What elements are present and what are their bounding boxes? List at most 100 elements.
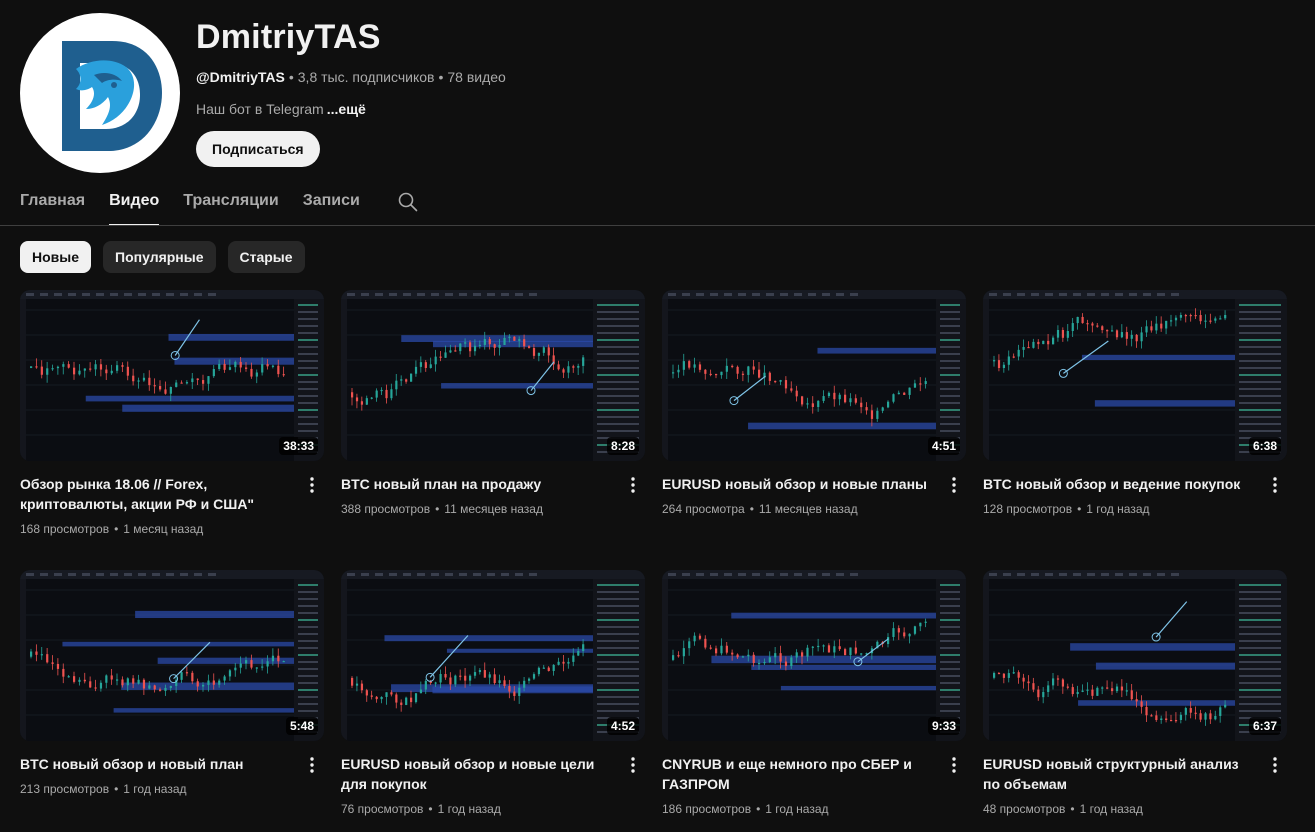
tab-posts[interactable]: Записи (303, 182, 360, 226)
video-thumbnail[interactable]: 8:28 (341, 290, 645, 461)
meta-separator: • (438, 69, 444, 85)
filter-chip-new[interactable]: Новые (20, 241, 92, 273)
video-age: 1 год назад (1086, 502, 1150, 516)
video-duration: 4:51 (927, 437, 960, 455)
video-age: 11 месяцев назад (758, 502, 858, 516)
video-thumbnail[interactable]: 4:51 (662, 290, 966, 461)
more-vert-icon (1273, 757, 1277, 773)
video-duration: 38:33 (279, 437, 318, 455)
lion-d-logo-icon (62, 41, 162, 151)
more-vert-icon (952, 757, 956, 773)
video-meta: 76 просмотров • 1 год назад (341, 800, 645, 818)
meta-separator: • (428, 802, 433, 816)
video-duration: 4:52 (606, 717, 639, 735)
video-card[interactable]: 9:33 CNYRUB и еще немного про СБЕР и ГАЗП… (662, 570, 966, 832)
more-vert-icon (1273, 477, 1277, 493)
channel-name: DmitriyTAS (196, 18, 381, 56)
video-meta: 264 просмотра • 11 месяцев назад (662, 500, 966, 518)
video-menu-button[interactable] (621, 473, 645, 497)
tab-streams[interactable]: Трансляции (183, 182, 278, 226)
trading-chart-thumbnail (662, 290, 966, 461)
video-menu-button[interactable] (621, 753, 645, 777)
video-card[interactable]: 5:48 BTC новый обзор и новый план 213 прос… (20, 570, 324, 832)
sort-filters: Новые Популярные Старые (20, 241, 305, 273)
video-menu-button[interactable] (300, 753, 324, 777)
video-grid: 38:33 Обзор рынка 18.06 // Forex, криптов… (20, 290, 1287, 832)
video-title[interactable]: BTC новый обзор и новый план (20, 754, 290, 774)
video-card[interactable]: 38:33 Обзор рынка 18.06 // Forex, криптов… (20, 290, 324, 570)
video-views: 48 просмотров (983, 802, 1066, 816)
video-menu-button[interactable] (1263, 473, 1287, 497)
video-views: 213 просмотров (20, 782, 110, 796)
filter-chip-popular[interactable]: Популярные (103, 241, 216, 273)
video-card[interactable]: 4:51 EURUSD новый обзор и новые планы 264 … (662, 290, 966, 570)
trading-chart-thumbnail (983, 570, 1287, 741)
more-vert-icon (631, 477, 635, 493)
trading-chart-thumbnail (20, 570, 324, 741)
filter-chip-old[interactable]: Старые (227, 241, 305, 273)
channel-header: DmitriyTAS @DmitriyTAS • 3,8 тыс. подписчи… (20, 13, 1300, 173)
video-duration: 6:38 (1248, 437, 1281, 455)
video-duration: 9:33 (927, 717, 960, 735)
more-vert-icon (631, 757, 635, 773)
video-thumbnail[interactable]: 38:33 (20, 290, 324, 461)
video-menu-button[interactable] (942, 473, 966, 497)
more-vert-icon (310, 757, 314, 773)
video-title[interactable]: CNYRUB и еще немного про СБЕР и ГАЗПРОМ (662, 754, 932, 794)
meta-separator: • (435, 502, 440, 516)
video-menu-button[interactable] (300, 473, 324, 497)
channel-description[interactable]: Наш бот в Telegram ...ещё (196, 99, 506, 119)
description-text: Наш бот в Telegram (196, 101, 324, 117)
video-menu-button[interactable] (1263, 753, 1287, 777)
more-vert-icon (952, 477, 956, 493)
meta-separator: • (114, 522, 119, 536)
channel-handle: @DmitriyTAS (196, 69, 285, 85)
video-card[interactable]: 4:52 EURUSD новый обзор и новые цели для … (341, 570, 645, 832)
video-card[interactable]: 8:28 BTC новый план на продажу 388 просмот… (341, 290, 645, 570)
more-link[interactable]: ...ещё (327, 101, 366, 117)
video-age: 1 год назад (437, 802, 501, 816)
video-meta: 213 просмотров • 1 год назад (20, 780, 324, 798)
trading-chart-thumbnail (20, 290, 324, 461)
video-views: 168 просмотров (20, 522, 110, 536)
video-title[interactable]: EURUSD новый структурный анализ по объем… (983, 754, 1253, 794)
video-title[interactable]: Обзор рынка 18.06 // Forex, криптовалюты… (20, 474, 290, 514)
tabs-divider (0, 225, 1315, 226)
video-duration: 5:48 (285, 717, 318, 735)
tab-home[interactable]: Главная (20, 182, 85, 226)
video-thumbnail[interactable]: 6:38 (983, 290, 1287, 461)
channel-tabs: Главная Видео Трансляции Записи (20, 182, 420, 226)
subscriber-count: 3,8 тыс. подписчиков (297, 69, 435, 85)
channel-search-button[interactable] (396, 182, 420, 219)
subscribe-button[interactable]: Подписаться (196, 131, 320, 167)
meta-separator: • (749, 502, 754, 516)
search-icon (398, 192, 418, 212)
video-title[interactable]: EURUSD новый обзор и новые цели для поку… (341, 754, 611, 794)
video-views: 388 просмотров (341, 502, 431, 516)
video-card[interactable]: 6:37 EURUSD новый структурный анализ по о… (983, 570, 1287, 832)
video-thumbnail[interactable]: 5:48 (20, 570, 324, 741)
trading-chart-thumbnail (983, 290, 1287, 461)
video-title[interactable]: EURUSD новый обзор и новые планы (662, 474, 932, 494)
meta-separator: • (1070, 802, 1075, 816)
meta-separator: • (756, 802, 761, 816)
video-title[interactable]: BTC новый план на продажу (341, 474, 611, 494)
video-thumbnail[interactable]: 4:52 (341, 570, 645, 741)
video-thumbnail[interactable]: 9:33 (662, 570, 966, 741)
channel-avatar[interactable] (20, 13, 180, 173)
video-thumbnail[interactable]: 6:37 (983, 570, 1287, 741)
video-views: 76 просмотров (341, 802, 424, 816)
video-age: 1 год назад (765, 802, 829, 816)
trading-chart-thumbnail (662, 570, 966, 741)
video-age: 1 год назад (1079, 802, 1143, 816)
video-meta: 168 просмотров • 1 месяц назад (20, 520, 324, 538)
video-menu-button[interactable] (942, 753, 966, 777)
video-age: 1 год назад (123, 782, 187, 796)
meta-separator: • (1077, 502, 1082, 516)
video-duration: 6:37 (1248, 717, 1281, 735)
video-age: 11 месяцев назад (444, 502, 543, 516)
channel-info: DmitriyTAS @DmitriyTAS • 3,8 тыс. подписчи… (196, 15, 506, 167)
video-card[interactable]: 6:38 BTC новый обзор и ведение покупок 128… (983, 290, 1287, 570)
video-title[interactable]: BTC новый обзор и ведение покупок (983, 474, 1253, 494)
tab-videos[interactable]: Видео (109, 182, 160, 226)
